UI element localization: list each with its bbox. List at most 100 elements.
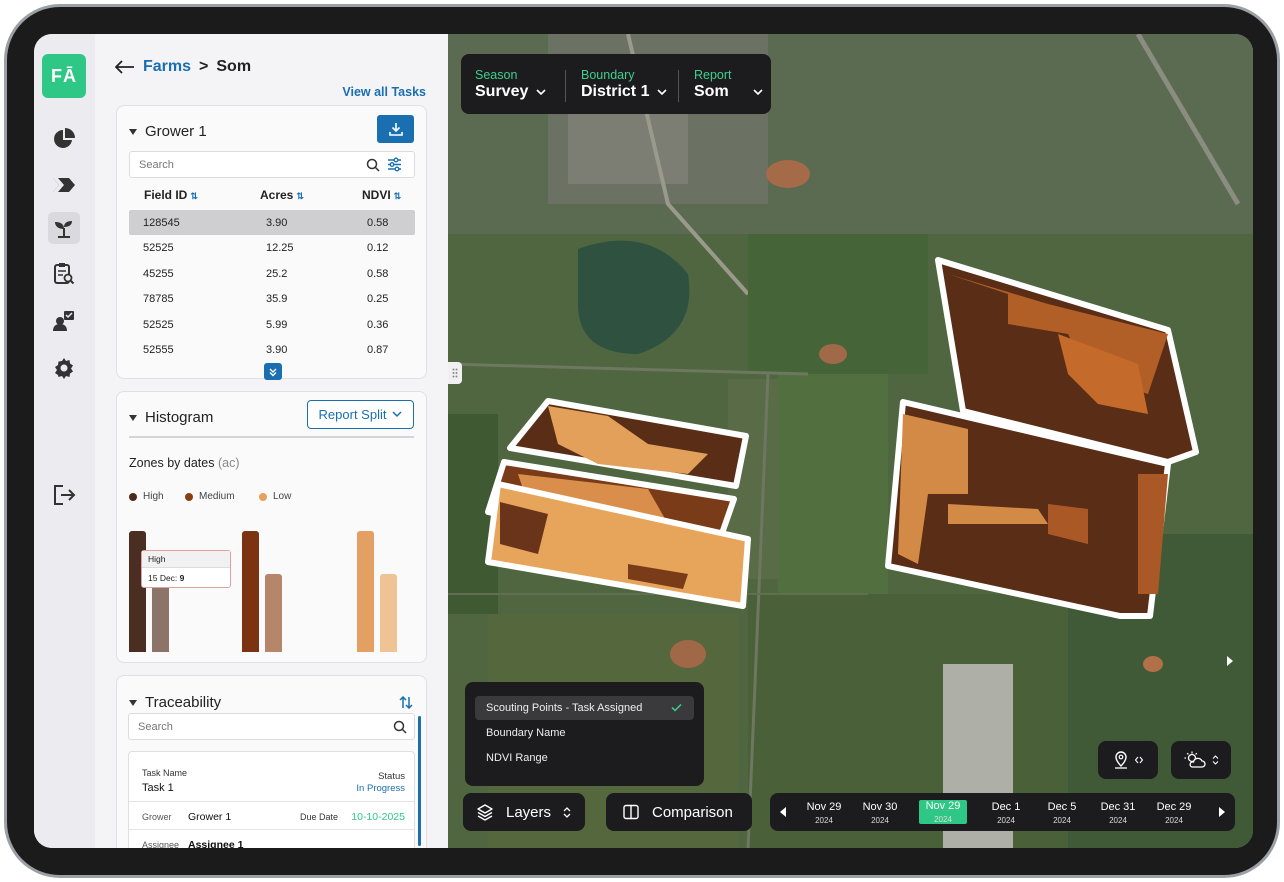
search-icon[interactable] (366, 158, 380, 172)
sort-icon: ⇅ (296, 191, 304, 201)
task-name-label: Task Name (142, 768, 188, 778)
search-icon[interactable] (393, 720, 407, 734)
report-label: Report (694, 68, 732, 82)
layers-button[interactable]: Layers (463, 793, 585, 831)
chevron-down-icon (657, 88, 668, 95)
expand-table-button[interactable] (264, 363, 282, 380)
user-check-icon[interactable] (48, 305, 80, 337)
sort-icon: ⇅ (190, 191, 198, 201)
bar-low-2[interactable] (380, 574, 397, 652)
boundary-dropdown[interactable]: Boundary District 1 (581, 68, 668, 101)
tooltip-title: High (142, 551, 230, 568)
table-row[interactable]: 52525 12.25 0.12 (129, 235, 415, 260)
chevron-down-icon (392, 411, 402, 418)
col-acres[interactable]: Acres ⇅ (260, 188, 304, 202)
col-ndvi[interactable]: NDVI ⇅ (362, 188, 401, 202)
gear-icon[interactable] (48, 352, 80, 384)
grower-header[interactable]: Grower 1 (129, 123, 207, 140)
grower-title: Grower 1 (145, 123, 207, 140)
traceability-title: Traceability (145, 694, 222, 711)
date-item[interactable]: Nov 30 2024 (856, 801, 904, 827)
table-row[interactable]: 52555 3.90 0.87 (129, 337, 415, 362)
status-badge: In Progress (356, 783, 405, 794)
filter-sliders-icon[interactable] (387, 157, 402, 172)
back-arrow-icon[interactable] (115, 60, 135, 74)
layers-stack-icon (477, 804, 493, 821)
expand-right-icon[interactable] (1227, 656, 1233, 666)
histogram-header[interactable]: Histogram (129, 409, 213, 426)
next-date-icon[interactable] (1218, 807, 1225, 817)
view-all-tasks-link[interactable]: View all Tasks (342, 85, 426, 99)
collapse-caret-icon (129, 128, 137, 135)
location-toggle-button[interactable] (1098, 741, 1158, 779)
col-field-id[interactable]: Field ID ⇅ (144, 188, 198, 202)
assignee-label: Assignee (142, 840, 180, 848)
grower-card: Grower 1 Search Field ID ⇅ Acres ⇅ NDVI ⇅ 1… (116, 105, 427, 380)
layers-label: Layers (506, 803, 552, 821)
zones-label: Zones by dates (ac) (129, 456, 240, 470)
date-item[interactable]: Dec 1 2024 (982, 801, 1030, 827)
device-frame: FĀ Farms > Som View all Tasks Grower 1 S… (4, 4, 1280, 878)
date-item-active[interactable]: Nov 29 2024 (919, 800, 967, 824)
traceability-header[interactable]: Traceability (129, 694, 221, 711)
breadcrumb: Farms > Som (115, 58, 251, 76)
table-row[interactable]: 128545 3.90 0.58 (129, 210, 415, 235)
app-screen: FĀ Farms > Som View all Tasks Grower 1 S… (34, 34, 1253, 848)
collapse-caret-icon (129, 699, 137, 706)
comparison-button[interactable]: Comparison (606, 793, 752, 831)
layers-menu: Scouting Points - Task Assigned Boundary… (465, 682, 704, 786)
logout-icon[interactable] (48, 479, 80, 511)
sort-swap-icon[interactable] (399, 696, 413, 709)
table-row[interactable]: 52525 5.99 0.36 (129, 312, 415, 337)
boundary-label: Boundary (581, 68, 635, 82)
pie-chart-icon[interactable] (48, 123, 80, 155)
satellite-map[interactable]: Season Survey Boundary District 1 Report… (448, 34, 1253, 848)
legend-medium: Medium (185, 491, 235, 502)
prev-date-icon[interactable] (780, 807, 787, 817)
due-date-label: Due Date (300, 812, 339, 822)
download-button[interactable] (377, 115, 414, 143)
side-panel: Farms > Som View all Tasks Grower 1 Sear… (95, 34, 448, 848)
report-split-dropdown[interactable]: Report Split (307, 400, 414, 429)
check-icon (671, 703, 682, 712)
table-row[interactable]: 78785 35.9 0.25 (129, 286, 415, 311)
table-row[interactable]: 45255 25.2 0.58 (129, 261, 415, 286)
report-value: Som (694, 83, 729, 100)
nav-rail: FĀ (34, 34, 95, 848)
divider (565, 70, 566, 102)
menu-item-scouting-points[interactable]: Scouting Points - Task Assigned (475, 696, 694, 720)
bar-low-1[interactable] (357, 531, 374, 652)
date-item[interactable]: Dec 29 2024 (1150, 801, 1198, 827)
app-logo[interactable]: FĀ (42, 54, 86, 98)
collapse-caret-icon (129, 414, 137, 421)
menu-item-boundary-name[interactable]: Boundary Name (475, 721, 694, 745)
layers-icon[interactable] (48, 169, 80, 201)
legend-dot (185, 492, 193, 501)
seedling-icon[interactable] (48, 212, 80, 244)
chart-tooltip: High 15 Dec: 9 (141, 550, 231, 588)
bar-medium-1[interactable] (242, 531, 259, 652)
task-card[interactable]: Task Name Task 1 Status In Progress Grow… (128, 751, 415, 848)
grower-label: Grower (142, 812, 172, 822)
legend-dot (129, 492, 137, 501)
date-item[interactable]: Dec 31 2024 (1094, 801, 1142, 827)
scrollbar[interactable] (418, 716, 421, 846)
panel-resize-handle[interactable] (448, 362, 462, 384)
histogram-card: Histogram Report Split Zones by dates (a… (116, 391, 427, 663)
clipboard-search-icon[interactable] (48, 258, 80, 290)
histogram-title: Histogram (145, 409, 214, 426)
report-dropdown[interactable]: Report Som (694, 68, 763, 101)
drag-handle-icon (452, 368, 458, 378)
comparison-label: Comparison (652, 803, 733, 821)
breadcrumb-farms-link[interactable]: Farms (143, 58, 191, 76)
traceability-card: Traceability Search Task Name Task 1 Sta… (116, 675, 427, 848)
bar-medium-2[interactable] (265, 574, 282, 652)
tooltip-value: 9 (179, 573, 185, 583)
season-dropdown[interactable]: Season Survey (475, 68, 546, 101)
date-item[interactable]: Dec 5 2024 (1038, 801, 1086, 827)
date-item[interactable]: Nov 29 2024 (800, 801, 848, 827)
divider (678, 70, 679, 102)
weather-toggle-button[interactable] (1171, 741, 1231, 779)
menu-item-ndvi-range[interactable]: NDVI Range (475, 746, 694, 770)
traceability-search-input[interactable]: Search (128, 713, 415, 740)
